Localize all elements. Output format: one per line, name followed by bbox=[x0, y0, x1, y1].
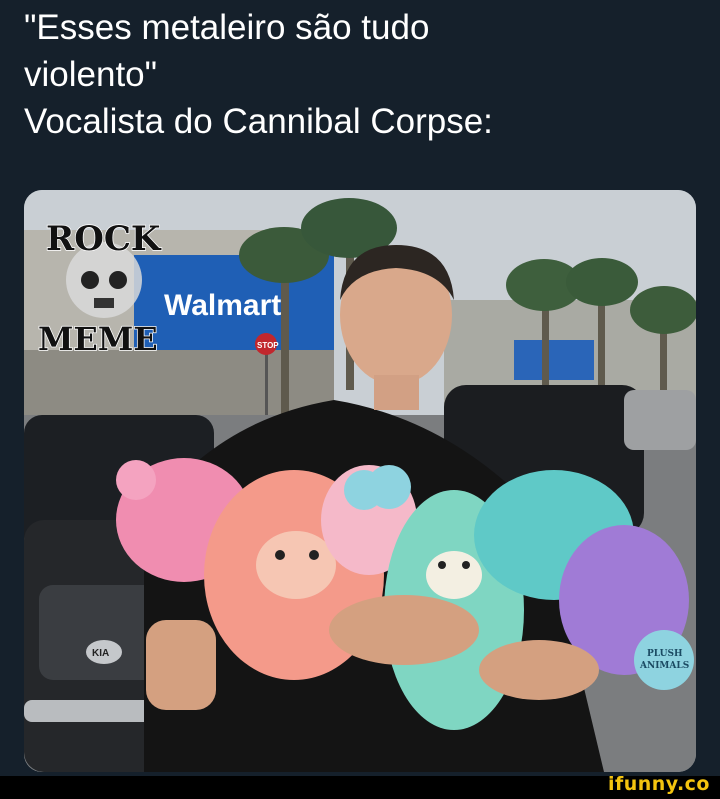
car-brand-text: KIA bbox=[92, 648, 109, 659]
right-building-sign bbox=[514, 340, 594, 380]
caption-line-3: Vocalista do Cannibal Corpse: bbox=[24, 102, 493, 141]
photo-illustration: Walmart STOP KIA PLUSH ANIMALS ROCK MEME bbox=[24, 190, 696, 772]
watermark-line-2: MEME bbox=[38, 320, 158, 358]
caption-line-1: "Esses metaleiro são tudo bbox=[24, 8, 430, 47]
plush-tag-badge-2 bbox=[367, 465, 411, 509]
badge-text-1: PLUSH bbox=[647, 649, 683, 659]
ifunny-watermark[interactable]: ifunny.co bbox=[608, 773, 710, 795]
store-sign-text: Walmart bbox=[164, 289, 281, 322]
caption-line-2: violento" bbox=[24, 55, 158, 94]
far-car bbox=[624, 390, 696, 450]
watermark-line-1: ROCK bbox=[46, 219, 162, 259]
stop-sign-text: STOP bbox=[257, 341, 279, 350]
plush-animals-badge bbox=[634, 630, 694, 690]
meme-photo[interactable]: Walmart STOP KIA PLUSH ANIMALS ROCK MEME bbox=[24, 190, 696, 772]
badge-text-2: ANIMALS bbox=[639, 661, 689, 671]
meme-caption: "Esses metaleiro são tudo violento" Voca… bbox=[24, 4, 704, 145]
